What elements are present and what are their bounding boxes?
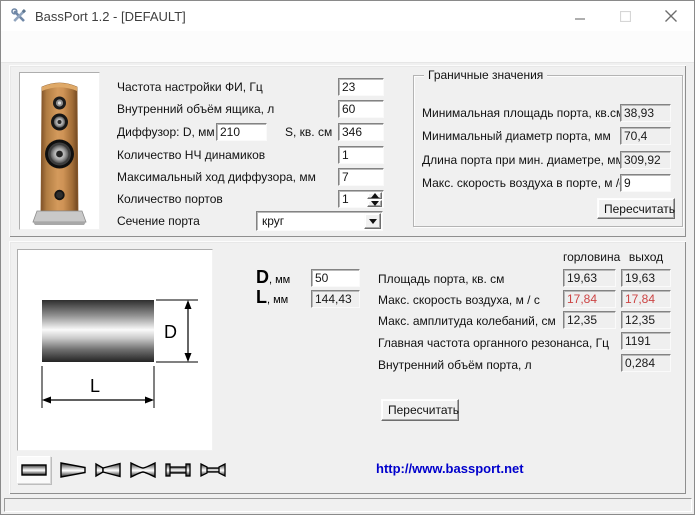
max-air-speed-input[interactable] (620, 174, 671, 192)
port-shape-straight-tube-button[interactable] (17, 456, 51, 484)
limits-groupbox: Граничные значения Минимальная площадь п… (413, 68, 683, 227)
spin-down-button[interactable] (367, 200, 382, 207)
min-port-area-value (620, 104, 671, 122)
port-count-stepper (338, 190, 384, 208)
maximize-icon (620, 10, 631, 22)
close-button[interactable] (648, 1, 693, 31)
max-air-velocity-exit-value (621, 290, 671, 308)
box-volume-label: Внутренний объём ящика, л (117, 102, 275, 116)
min-port-diameter-value (620, 127, 671, 145)
bassport-url-link[interactable]: http://www.bassport.net (376, 461, 524, 476)
combo-dropdown-button[interactable] (364, 213, 381, 229)
organ-resonance-value (621, 332, 671, 350)
double-flare-icon (130, 461, 156, 479)
limits-recalculate-button[interactable]: Пересчитать (597, 198, 675, 219)
diagram-l-label: L (90, 376, 100, 396)
port-shape-horn-button[interactable] (91, 456, 125, 484)
max-air-velocity-throat-value (563, 290, 616, 308)
port-section-select[interactable]: круг (256, 211, 383, 231)
app-tools-icon (11, 8, 27, 24)
minimize-icon (575, 17, 585, 20)
cone-icon (60, 462, 86, 478)
l-mm-label: L, мм (256, 287, 289, 307)
limits-title: Граничные значения (424, 68, 548, 82)
horn-icon (95, 462, 121, 478)
port-section-value: круг (262, 214, 285, 228)
d-mm-label: D, мм (256, 267, 291, 287)
port-length-min-diameter-label: Длина порта при мин. диаметре, мм (422, 153, 624, 167)
port-shape-double-flare-button[interactable] (126, 456, 160, 484)
input-panel: Частота настройки ФИ, Гц Внутренний объё… (9, 65, 686, 237)
chevron-up-icon (370, 193, 379, 198)
max-amplitude-label: Макс. амплитуда колебаний, см (378, 314, 556, 328)
window-title: BassPort 1.2 - [DEFAULT] (35, 9, 186, 24)
max-air-velocity-label: Макс. скорость воздуха, м / с (378, 293, 540, 307)
diffuser-area-input[interactable] (338, 123, 384, 141)
port-shape-cone-button[interactable] (56, 456, 90, 484)
spin-up-button[interactable] (367, 192, 382, 199)
woofer-count-input[interactable] (338, 146, 384, 164)
minimize-button[interactable] (558, 1, 603, 31)
exit-column-header: выход (628, 250, 664, 264)
organ-resonance-label: Главная частота органного резонанса, Гц (378, 336, 610, 350)
results-recalculate-button[interactable]: Пересчитать (381, 399, 459, 421)
max-air-speed-label: Макс. скорость воздуха в порте, м /с (422, 176, 626, 190)
speaker-image (19, 72, 100, 230)
port-shape-flanged-tube-button[interactable] (161, 456, 195, 484)
d-mm-input[interactable] (311, 269, 360, 287)
port-length-min-diameter-value (620, 151, 671, 169)
max-excursion-label: Максимальный ход диффузора, мм (117, 170, 316, 184)
bassport-window: BassPort 1.2 - [DEFAULT] 344 Частота нас… (0, 0, 695, 515)
port-volume-value (621, 354, 671, 372)
throat-column-header: горловина (563, 250, 621, 264)
min-port-area-label: Минимальная площадь порта, кв.см (422, 106, 625, 120)
diagram-d-label: D (164, 322, 177, 342)
woofer-count-label: Количество НЧ динамиков (117, 148, 266, 162)
port-volume-label: Внутренний объём порта, л (378, 358, 532, 372)
max-amplitude-exit-value (621, 311, 671, 329)
port-area-label: Площадь порта, кв. см (378, 272, 505, 286)
diffuser-area-label: S, кв. см (285, 125, 333, 139)
tuning-frequency-input[interactable] (338, 78, 384, 96)
box-volume-input[interactable] (338, 100, 384, 118)
l-mm-value (311, 290, 360, 308)
port-area-throat-value (563, 269, 616, 287)
diffuser-diameter-input[interactable] (216, 123, 267, 141)
port-area-exit-value (621, 269, 671, 287)
straight-tube-icon (21, 464, 47, 476)
status-bar (4, 498, 692, 512)
max-excursion-input[interactable] (338, 168, 384, 186)
tuning-frequency-label: Частота настройки ФИ, Гц (117, 80, 263, 94)
flanged-tube-icon (165, 463, 191, 477)
titlebar: BassPort 1.2 - [DEFAULT] (1, 1, 694, 31)
diffuser-diameter-label: Диффузор: D, мм (117, 125, 215, 139)
close-icon (664, 10, 677, 22)
chevron-down-icon (370, 201, 379, 206)
min-port-diameter-label: Минимальный диаметр порта, мм (422, 129, 611, 143)
toolbar: Скорость звука, м /с Нажми Car Audio ? (1, 31, 694, 89)
port-shape-double-flanged-button[interactable] (196, 456, 230, 484)
maximize-button[interactable] (603, 1, 648, 31)
port-section-label: Сечение порта (117, 214, 200, 228)
results-panel: D L D, мм L, мм горловина выход Площадь … (9, 241, 686, 494)
max-amplitude-throat-value (563, 311, 616, 329)
port-count-label: Количество портов (117, 192, 223, 206)
chevron-down-icon (368, 219, 377, 224)
double-flanged-icon (200, 462, 226, 478)
port-diagram: D L (17, 249, 213, 451)
